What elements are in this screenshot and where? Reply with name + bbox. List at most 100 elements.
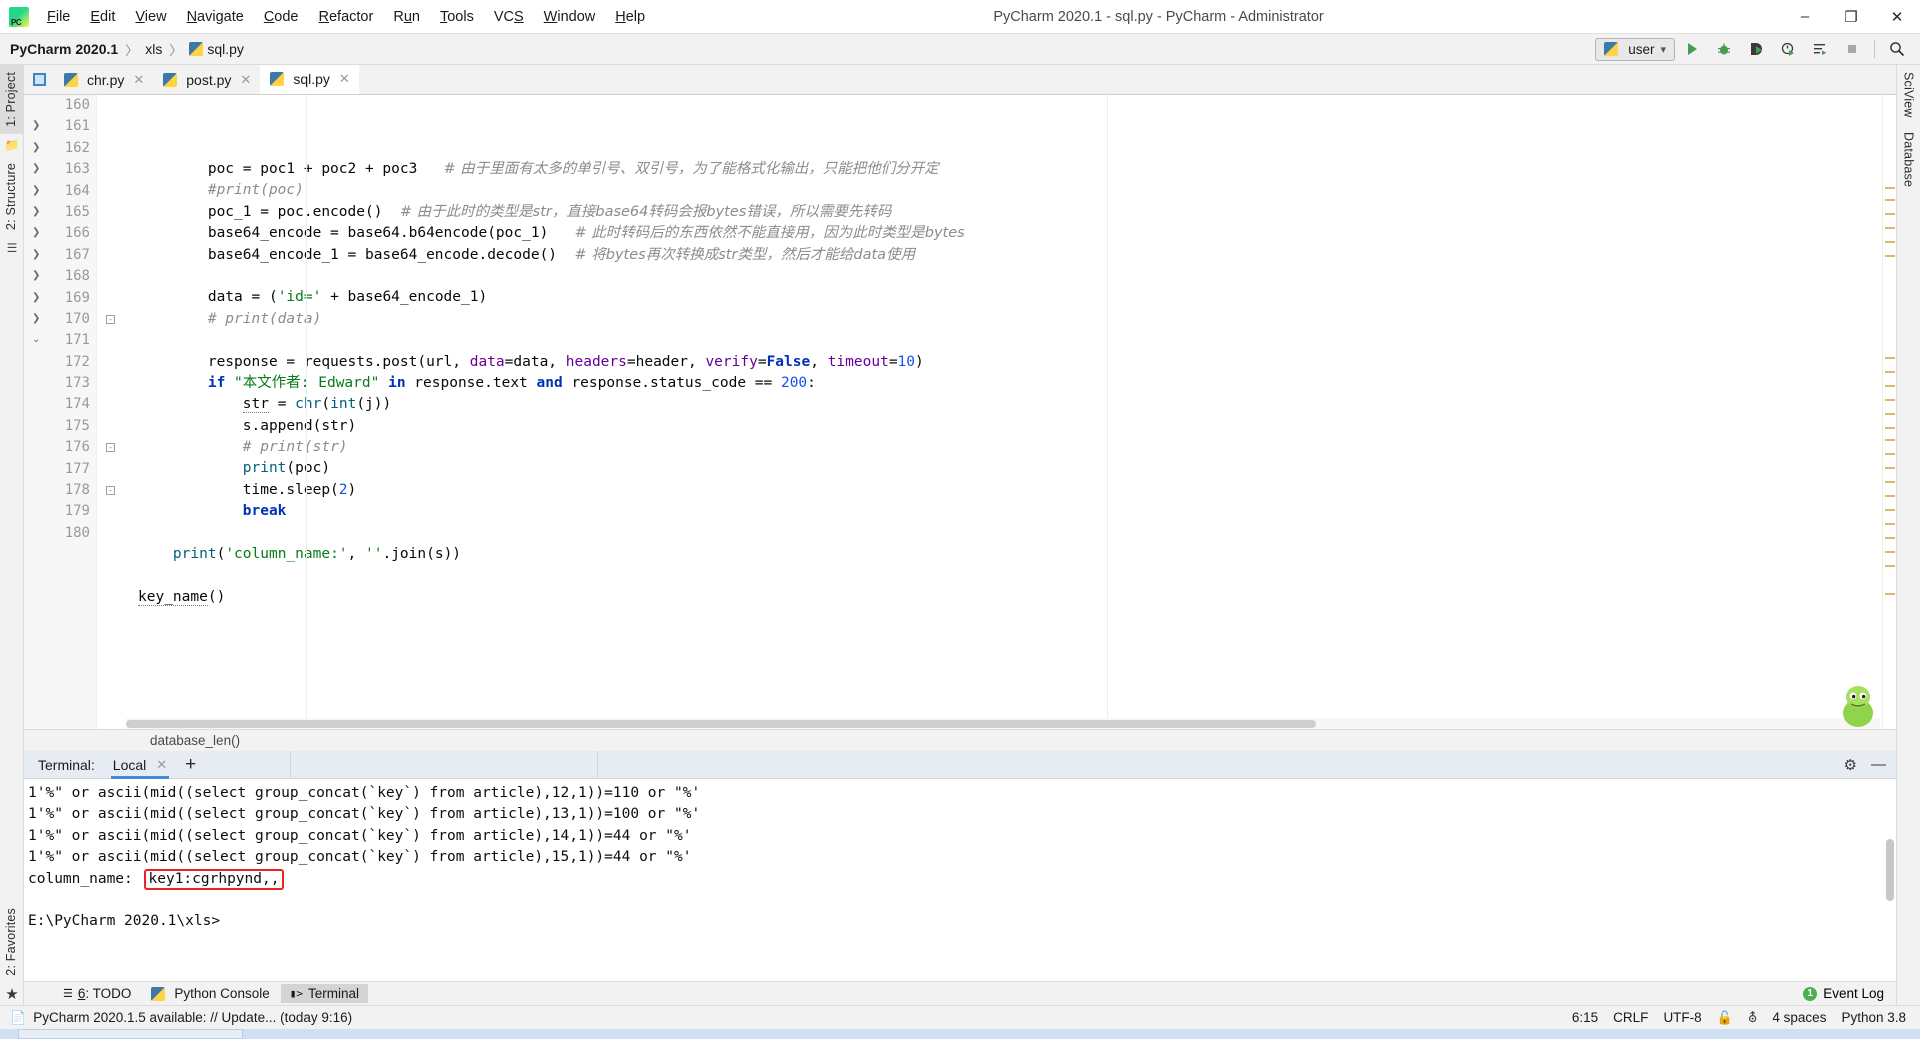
tab-list-icon[interactable] [24, 65, 54, 94]
menu-view[interactable]: View [125, 5, 176, 29]
marker-tick[interactable] [1885, 187, 1895, 189]
minimize-button[interactable]: – [1782, 0, 1828, 34]
concurrency-diagram-button[interactable] [1805, 36, 1835, 62]
search-everywhere-icon[interactable] [1882, 36, 1912, 62]
code-line[interactable]: # print(data) [126, 309, 1882, 330]
chevron-right-icon[interactable]: ❯ [32, 115, 40, 136]
run-configuration-selector[interactable]: user ▾ [1595, 37, 1675, 61]
breadcrumb-folder[interactable]: xls [145, 41, 162, 57]
status-message[interactable]: PyCharm 2020.1.5 available: // Update...… [33, 1010, 352, 1025]
sidebar-item-structure[interactable]: 2: Structure [0, 156, 23, 237]
chevron-right-icon[interactable]: ❯ [32, 222, 40, 243]
marker-tick[interactable] [1885, 593, 1895, 595]
profile-button[interactable] [1773, 36, 1803, 62]
code-line[interactable] [126, 330, 1882, 351]
minimize-panel-icon[interactable]: — [1861, 756, 1886, 773]
marker-tick[interactable] [1885, 439, 1895, 441]
line-separator[interactable]: CRLF [1613, 1010, 1648, 1025]
marker-tick[interactable] [1885, 565, 1895, 567]
code-line[interactable]: base64_encode = base64.b64encode(poc_1) … [126, 223, 1882, 244]
code-line[interactable]: #print(poc) [126, 180, 1882, 201]
menu-refactor[interactable]: Refactor [309, 5, 384, 29]
marker-tick[interactable] [1885, 227, 1895, 229]
close-icon[interactable]: ✕ [156, 757, 167, 773]
taskbar-item[interactable] [18, 1029, 243, 1039]
chevron-right-icon[interactable]: ❯ [32, 287, 40, 308]
marker-tick[interactable] [1885, 427, 1895, 429]
code-editor[interactable]: ❯ ❯ ❯ ❯ ❯ ❯ ❯ ❯ ❯ ❯ ⌄ 160 161 162 163 164 165 166 167 168 1… [24, 95, 1896, 729]
marker-tick[interactable] [1885, 413, 1895, 415]
marker-tick[interactable] [1885, 467, 1895, 469]
terminal-scrollbar[interactable] [1886, 839, 1894, 901]
editor-horizontal-scrollbar[interactable] [126, 718, 1880, 729]
code-line[interactable] [126, 565, 1882, 586]
breadcrumb-file[interactable]: sql.py [189, 41, 244, 57]
close-icon[interactable]: ✕ [240, 72, 251, 88]
menu-navigate[interactable]: Navigate [177, 5, 254, 29]
event-log-button[interactable]: Event Log [1823, 986, 1884, 1001]
tool-button-terminal[interactable]: ▮> Terminal [280, 984, 368, 1003]
editor-tab-chr[interactable]: chr.py ✕ [54, 65, 153, 94]
chevron-right-icon[interactable]: ❯ [32, 158, 40, 179]
code-line[interactable]: s.append(str) [126, 416, 1882, 437]
code-line[interactable]: break [126, 501, 1882, 522]
close-icon[interactable]: ✕ [133, 72, 144, 88]
editor-tab-sql[interactable]: sql.py ✕ [260, 65, 359, 94]
python-interpreter[interactable]: Python 3.8 [1841, 1010, 1906, 1025]
indent-setting[interactable]: 4 spaces [1772, 1010, 1826, 1025]
marker-tick[interactable] [1885, 537, 1895, 539]
fold-region-marker[interactable]: - [106, 443, 115, 453]
menu-help[interactable]: Help [605, 5, 655, 29]
close-icon[interactable]: ✕ [339, 71, 350, 87]
gear-icon[interactable]: ⚙ [1844, 756, 1857, 774]
tool-button-python-console[interactable]: Python Console [142, 984, 278, 1003]
editor-marker-strip[interactable] [1882, 95, 1896, 729]
terminal-tab-local[interactable]: Local ✕ [105, 751, 175, 779]
chevron-down-icon[interactable]: ⌄ [32, 329, 40, 350]
marker-tick[interactable] [1885, 213, 1895, 215]
code-line[interactable]: data = ('id=' + base64_encode_1) [126, 287, 1882, 308]
menu-window[interactable]: Window [534, 5, 606, 29]
editor-fold-markers[interactable]: - - - [96, 95, 126, 729]
code-line[interactable]: key_name() [126, 587, 1882, 608]
chevron-right-icon[interactable]: ❯ [32, 137, 40, 158]
marker-tick[interactable] [1885, 357, 1895, 359]
debug-button[interactable] [1709, 36, 1739, 62]
marker-tick[interactable] [1885, 509, 1895, 511]
terminal-output[interactable]: 1'%" or ascii(mid((select group_concat(`… [24, 779, 1896, 981]
menu-file[interactable]: File [37, 5, 80, 29]
menu-run[interactable]: Run [383, 5, 430, 29]
code-line[interactable]: time.sleep(2) [126, 480, 1882, 501]
editor-breadcrumb-footer[interactable]: database_len() [24, 729, 1896, 751]
sidebar-item-database[interactable]: Database [1898, 125, 1920, 194]
code-line[interactable]: response = requests.post(url, data=data,… [126, 352, 1882, 373]
marker-tick[interactable] [1885, 199, 1895, 201]
marker-tick[interactable] [1885, 551, 1895, 553]
editor-text[interactable]: poc = poc1 + poc2 + poc3 # 由于里面有太多的单引号、双… [126, 95, 1882, 729]
chevron-right-icon[interactable]: ❯ [32, 308, 40, 329]
breadcrumb-project[interactable]: PyCharm 2020.1 [10, 41, 118, 57]
close-button[interactable]: ✕ [1874, 0, 1920, 34]
chevron-right-icon[interactable]: ❯ [32, 244, 40, 265]
sidebar-item-sciview[interactable]: SciView [1898, 65, 1920, 125]
marker-tick[interactable] [1885, 481, 1895, 483]
marker-tick[interactable] [1885, 371, 1895, 373]
hector-icon[interactable]: ⛢ [1748, 1010, 1758, 1026]
run-with-coverage-button[interactable] [1741, 36, 1771, 62]
code-line[interactable]: poc = poc1 + poc2 + poc3 # 由于里面有太多的单引号、双… [126, 159, 1882, 180]
chevron-right-icon[interactable]: ❯ [32, 180, 40, 201]
menu-code[interactable]: Code [254, 5, 309, 29]
code-line[interactable]: if "本文作者: Edward" in response.text and r… [126, 373, 1882, 394]
fold-region-marker[interactable]: - [106, 315, 115, 324]
stop-button[interactable] [1837, 36, 1867, 62]
caret-position[interactable]: 6:15 [1572, 1010, 1598, 1025]
code-line[interactable]: print('column_name:', ''.join(s)) [126, 544, 1882, 565]
maximize-button[interactable]: ❐ [1828, 0, 1874, 34]
code-line[interactable]: poc_1 = poc.encode() # 由于此时的类型是str，直接bas… [126, 202, 1882, 223]
marker-tick[interactable] [1885, 399, 1895, 401]
chevron-right-icon[interactable]: ❯ [32, 201, 40, 222]
sidebar-item-project[interactable]: 1: Project [0, 65, 23, 134]
marker-tick[interactable] [1885, 453, 1895, 455]
marker-tick[interactable] [1885, 385, 1895, 387]
file-encoding[interactable]: UTF-8 [1663, 1010, 1701, 1025]
